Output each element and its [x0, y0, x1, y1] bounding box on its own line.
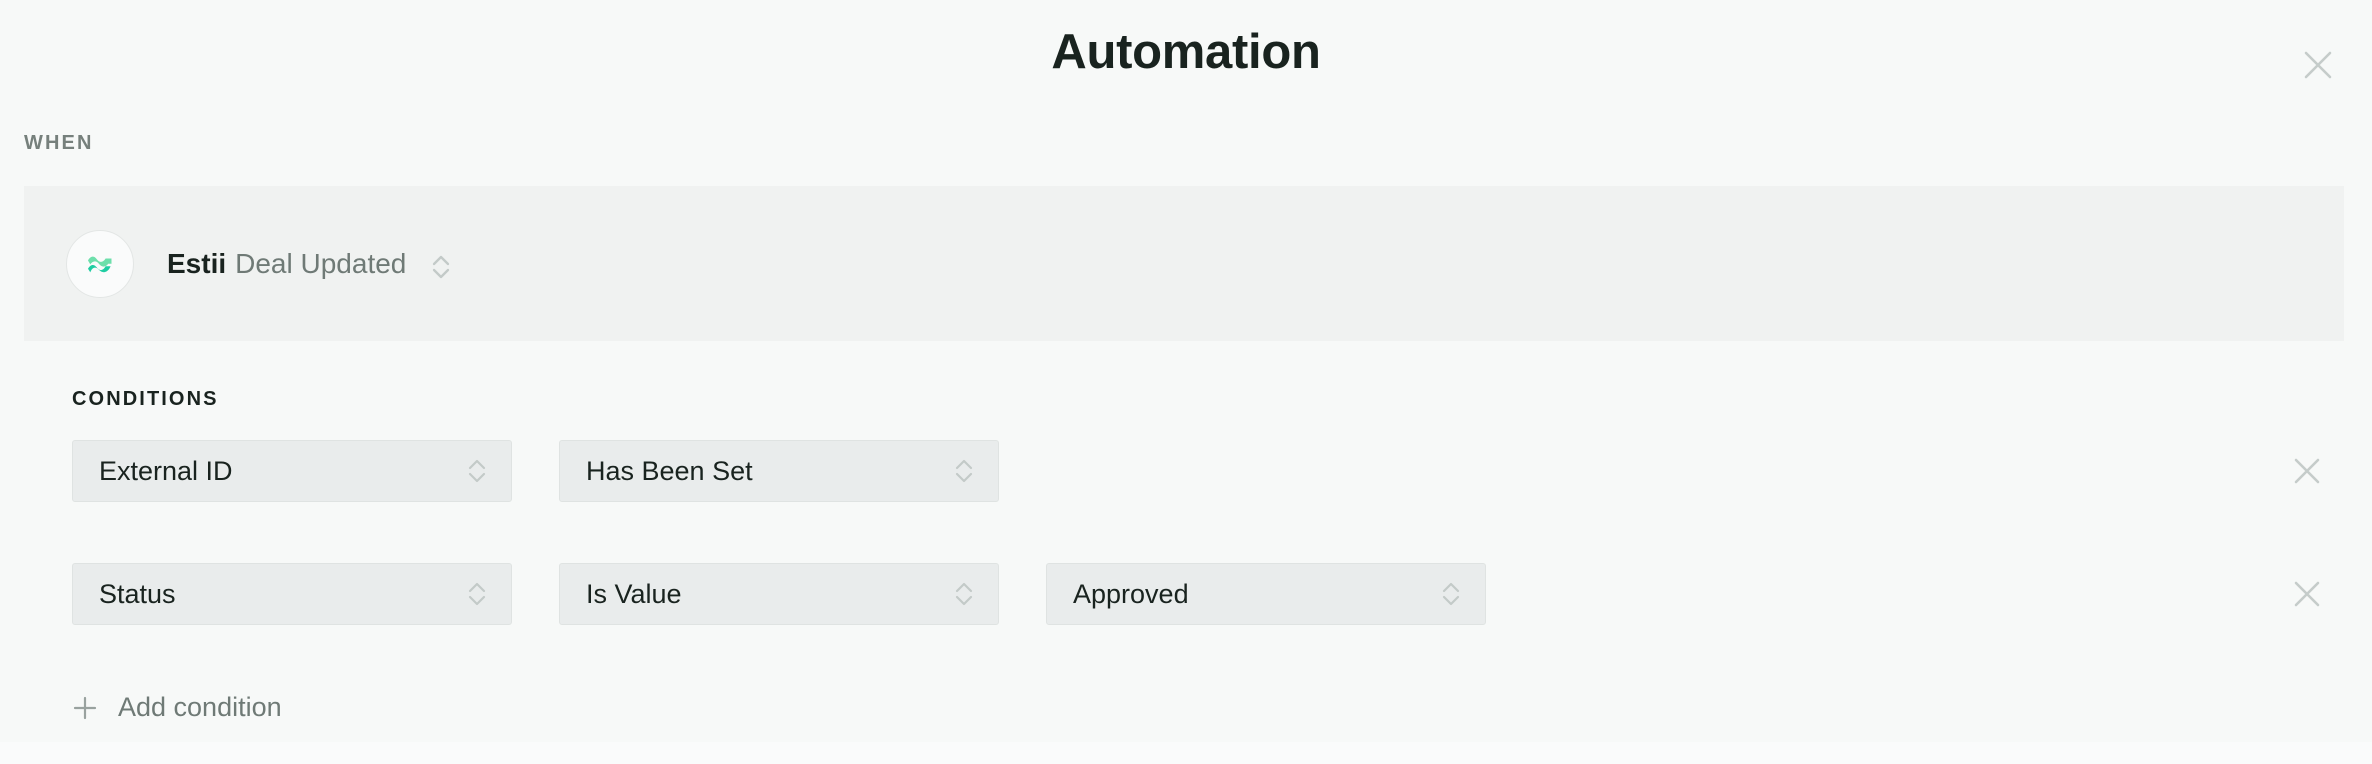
chevron-up-down-icon [465, 455, 489, 487]
remove-condition-button[interactable] [2290, 454, 2324, 488]
condition-operator-value: Has Been Set [586, 455, 753, 486]
add-condition-label: Add condition [118, 692, 282, 722]
close-icon[interactable] [2301, 48, 2335, 82]
panel-header: Automation [0, 0, 2372, 112]
condition-field-select[interactable]: Status [72, 563, 512, 625]
chevron-up-down-icon [952, 455, 976, 487]
chevron-up-down-icon[interactable] [428, 250, 454, 284]
condition-value-value: Approved [1073, 578, 1189, 609]
trigger-label: Estii Deal Updated [167, 248, 406, 280]
remove-condition-button[interactable] [2290, 577, 2324, 611]
condition-field-value: External ID [99, 455, 233, 486]
plus-icon [70, 693, 100, 723]
table-row: External ID Has Been Set [0, 432, 2372, 510]
trigger-app-name: Estii [167, 247, 227, 279]
condition-operator-value: Is Value [586, 578, 682, 609]
trigger-event-name: Deal Updated [235, 247, 407, 279]
condition-operator-select[interactable]: Has Been Set [559, 440, 999, 502]
chevron-up-down-icon [1439, 578, 1463, 610]
condition-operator-select[interactable]: Is Value [559, 563, 999, 625]
page-title: Automation [1051, 25, 1321, 79]
condition-value-select[interactable]: Approved [1046, 563, 1486, 625]
condition-field-select[interactable]: External ID [72, 440, 512, 502]
when-section-label: WHEN [24, 132, 94, 154]
condition-field-value: Status [99, 578, 176, 609]
trigger-row[interactable]: Estii Deal Updated [24, 186, 2344, 341]
table-row: Status Is Value Approved [0, 555, 2372, 633]
conditions-section-label: CONDITIONS [72, 388, 219, 410]
chevron-up-down-icon [465, 578, 489, 610]
conditions-list: External ID Has Been Set Status Is Value… [0, 432, 2372, 678]
chevron-up-down-icon [952, 578, 976, 610]
estii-waves-logo-icon [66, 229, 134, 298]
panel-footer [0, 742, 2372, 764]
automation-panel: Automation WHEN Estii Deal Updated CONDI… [0, 0, 2372, 764]
add-condition-button[interactable]: Add condition [70, 692, 282, 723]
